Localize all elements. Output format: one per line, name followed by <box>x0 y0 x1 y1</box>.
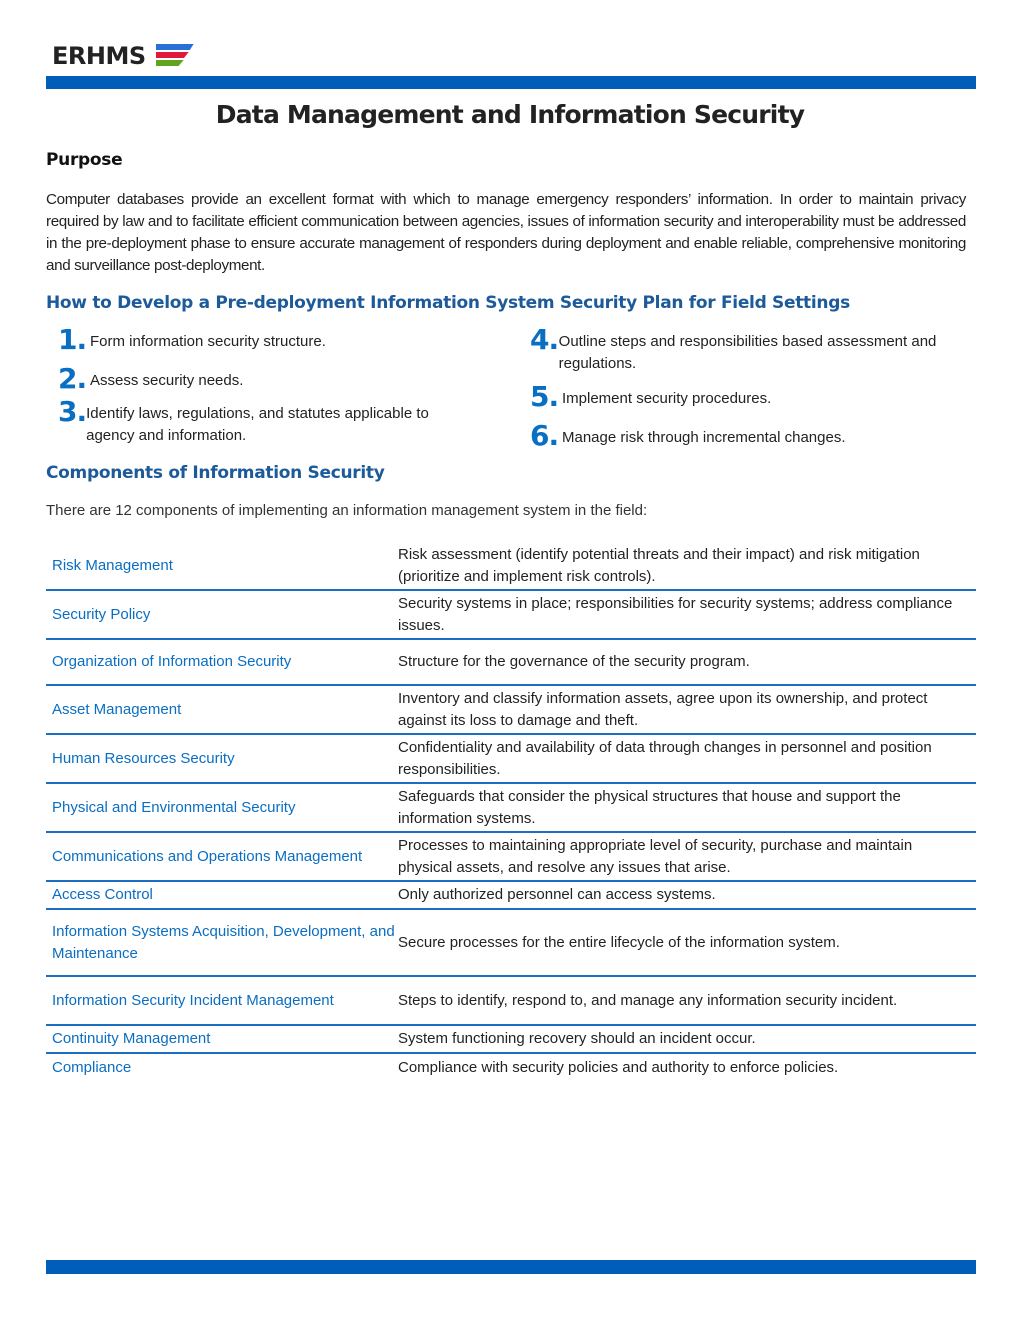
logo-stripe-green <box>155 60 184 66</box>
component-name: Risk Management <box>52 556 173 574</box>
table-row: Information Security Incident Management… <box>46 977 976 1026</box>
header-divider-bar <box>46 76 976 89</box>
component-name: Information Security Incident Management <box>52 991 334 1009</box>
table-row: Communications and Operations Management… <box>46 833 976 882</box>
step-item: 5. Implement security procedures. <box>530 382 771 412</box>
logo-stripe-blue <box>155 44 194 50</box>
component-name: Information Systems Acquisition, Develop… <box>52 922 395 962</box>
step-text: Outline steps and responsibilities based… <box>558 333 937 372</box>
component-description: System functioning recovery should an in… <box>398 1030 756 1047</box>
component-name: Security Policy <box>52 605 151 623</box>
page-title: Data Management and Information Security <box>215 100 805 129</box>
erhms-logo: ERHMS <box>52 40 196 72</box>
step-text: Manage risk through incremental changes. <box>562 429 846 446</box>
table-row: Organization of Information Security Str… <box>46 640 976 686</box>
component-name: Continuity Management <box>52 1030 211 1047</box>
step-item: 2. Assess security needs. <box>58 364 243 394</box>
table-row: Information Systems Acquisition, Develop… <box>46 910 976 977</box>
table-row: Access Control Only authorized personnel… <box>46 882 976 910</box>
table-row: Security Policy Security systems in plac… <box>46 591 976 640</box>
purpose-text: Computer databases provide an excellent … <box>46 191 966 274</box>
step-item: 6. Manage risk through incremental chang… <box>530 421 846 451</box>
component-description: Steps to identify, respond to, and manag… <box>398 991 898 1009</box>
table-row: Compliance Compliance with security poli… <box>46 1054 976 1082</box>
table-row: Risk Management Risk assessment (identif… <box>46 542 976 591</box>
logo-stripe-red <box>155 52 189 58</box>
logo-stripes-icon <box>155 44 196 68</box>
footer-divider-bar <box>46 1260 976 1274</box>
component-description: Structure for the governance of the secu… <box>398 653 750 670</box>
component-name: Organization of Information Security <box>52 653 292 670</box>
steps-heading: How to Develop a Pre-deployment Informat… <box>46 293 850 313</box>
component-name: Access Control <box>52 886 153 903</box>
step-item: 4. Outline steps and responsibilities ba… <box>530 325 970 375</box>
step-number: 5. <box>530 380 559 413</box>
component-name: Compliance <box>52 1059 132 1076</box>
component-name: Communications and Operations Management <box>52 847 363 865</box>
component-description: Compliance with security policies and au… <box>398 1059 839 1076</box>
step-text: Form information security structure. <box>90 333 326 350</box>
component-description: Inventory and classify information asset… <box>398 689 928 729</box>
component-name: Human Resources Security <box>52 749 235 767</box>
purpose-heading: Purpose <box>46 150 123 170</box>
table-row: Physical and Environmental Security Safe… <box>46 784 976 833</box>
step-number: 2. <box>58 362 87 395</box>
logo-text: ERHMS <box>52 42 146 70</box>
component-description: Confidentiality and availability of data… <box>398 738 932 778</box>
component-description: Secure processes for the entire lifecycl… <box>398 933 840 951</box>
components-table: Risk Management Risk assessment (identif… <box>46 542 976 1082</box>
step-number: 6. <box>530 419 559 452</box>
component-description: Only authorized personnel can access sys… <box>398 886 716 903</box>
step-text: Identify laws, regulations, and statutes… <box>86 405 429 444</box>
step-text: Assess security needs. <box>90 372 244 389</box>
step-item: 3. Identify laws, regulations, and statu… <box>58 397 478 447</box>
component-description: Security systems in place; responsibilit… <box>398 594 953 634</box>
step-text: Implement security procedures. <box>562 390 772 407</box>
step-number: 3. <box>58 395 87 428</box>
table-row: Continuity Management System functioning… <box>46 1026 976 1054</box>
components-intro: There are 12 components of implementing … <box>46 502 648 519</box>
component-name: Asset Management <box>52 700 182 718</box>
component-description: Processes to maintaining appropriate lev… <box>398 836 913 876</box>
step-number: 4. <box>530 323 559 356</box>
step-number: 1. <box>58 323 87 356</box>
components-heading: Components of Information Security <box>46 463 385 483</box>
step-item: 1. Form information security structure. <box>58 325 326 355</box>
component-name: Physical and Environmental Security <box>52 798 296 816</box>
component-description: Safeguards that consider the physical st… <box>398 787 901 827</box>
table-row: Asset Management Inventory and classify … <box>46 686 976 735</box>
component-description: Risk assessment (identify potential thre… <box>398 545 920 585</box>
table-row: Human Resources Security Confidentiality… <box>46 735 976 784</box>
